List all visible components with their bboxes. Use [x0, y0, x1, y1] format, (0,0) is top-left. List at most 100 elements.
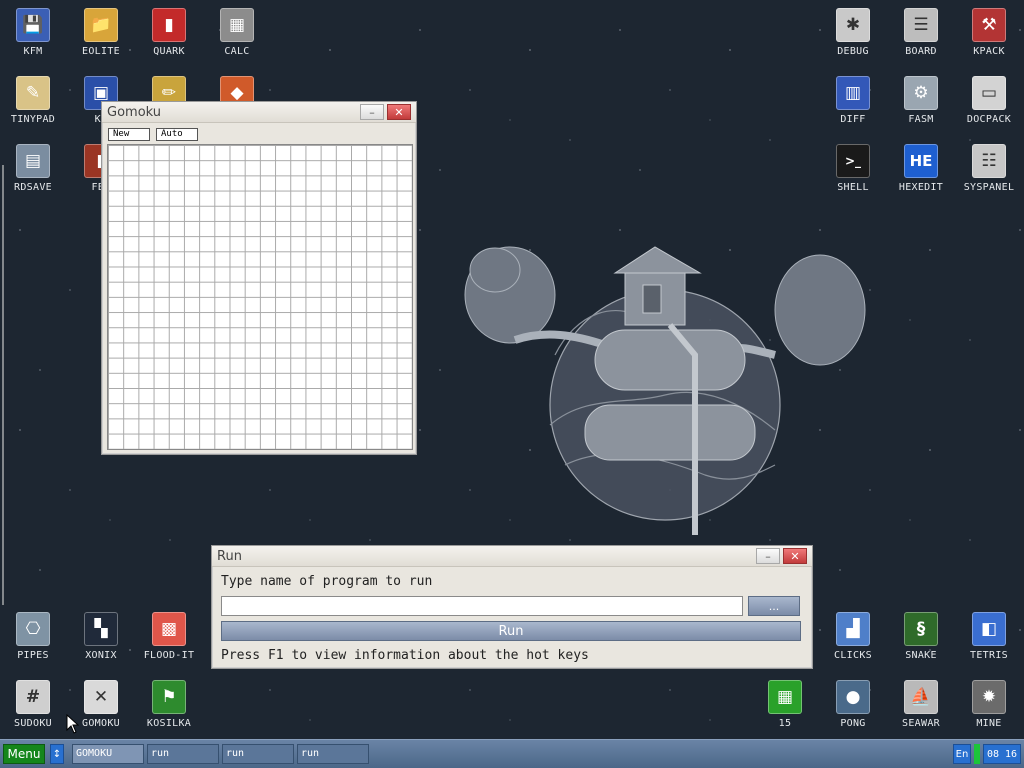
desktop-icon-label: SYSPANEL	[963, 182, 1015, 193]
kpack-icon: ⚒	[972, 8, 1006, 42]
run-hotkey-hint: Press F1 to view information about the h…	[221, 648, 589, 663]
desktop-icon-quark[interactable]: ▮ QUARK	[136, 0, 202, 57]
kfm-icon: 💾	[16, 8, 50, 42]
run-button[interactable]: Run	[221, 621, 801, 641]
gomoku-auto-button[interactable]: Auto	[156, 128, 198, 141]
desktop-icon-eolite[interactable]: 📁 EOLITE	[68, 0, 134, 57]
taskbar-item-gomoku[interactable]: GOMOKU	[72, 744, 144, 764]
desktop-icon-label: MINE	[976, 718, 1002, 729]
desktop-icon-tetris[interactable]: ◧ TETRIS	[956, 604, 1022, 661]
calc-icon: ▦	[220, 8, 254, 42]
desktop-icon-flood-it[interactable]: ▩ FLOOD-IT	[136, 604, 202, 661]
mine-icon: ✹	[972, 680, 1006, 714]
wallpaper-planet-illustration	[464, 246, 866, 535]
xonix-icon: ▚	[84, 612, 118, 646]
pipes-icon: ⎔	[16, 612, 50, 646]
run-minimize-button[interactable]: –	[756, 548, 780, 564]
switch-windows-icon[interactable]: ↕	[50, 744, 64, 764]
desktop-icon-kosilka[interactable]: ⚑ KOSILKA	[136, 672, 202, 729]
desktop-icon-tinypad[interactable]: ✎ TINYPAD	[0, 68, 66, 125]
run-browse-button[interactable]: ...	[748, 596, 800, 616]
desktop-icon-label: SEAWAR	[902, 718, 940, 729]
gomoku-board-grid[interactable]	[107, 144, 413, 450]
desktop-icon-fasm[interactable]: ⚙ FASM	[888, 68, 954, 125]
desktop-icon-label: CLICKS	[834, 650, 872, 661]
tinypad-icon: ✎	[16, 76, 50, 110]
fifteen-icon: ▦	[768, 680, 802, 714]
desktop-icon-kpack[interactable]: ⚒ KPACK	[956, 0, 1022, 57]
desktop-icon-board[interactable]: ☰ BOARD	[888, 0, 954, 57]
gomoku-close-button[interactable]: ✕	[387, 104, 411, 120]
desktop-icon-syspanel[interactable]: ☷ SYSPANEL	[956, 136, 1022, 193]
desktop-icon-label: DOCPACK	[966, 114, 1012, 125]
keyboard-language-indicator[interactable]: En	[953, 744, 971, 764]
desktop-icon-pong[interactable]: ● PONG	[820, 672, 886, 729]
desktop-icon-label: QUARK	[153, 46, 185, 57]
desktop-icon-mine[interactable]: ✹ MINE	[956, 672, 1022, 729]
taskbar-item-run[interactable]: run	[297, 744, 369, 764]
desktop-icon-label: SNAKE	[905, 650, 937, 661]
desktop-icon-label: TINYPAD	[10, 114, 56, 125]
eolite-icon: 📁	[84, 8, 118, 42]
desktop-icon-label: XONIX	[85, 650, 117, 661]
gomoku-new-button[interactable]: New	[108, 128, 150, 141]
desktop-icon-pipes[interactable]: ⎔ PIPES	[0, 604, 66, 661]
desktop-icon-diff[interactable]: ▥ DIFF	[820, 68, 886, 125]
kosilka-icon: ⚑	[152, 680, 186, 714]
hexedit-icon: HE	[904, 144, 938, 178]
desktop-icon-snake[interactable]: § SNAKE	[888, 604, 954, 661]
desktop-icon-label: CALC	[224, 46, 250, 57]
taskbar-item-run[interactable]: run	[222, 744, 294, 764]
debug-icon: ✱	[836, 8, 870, 42]
fasm-icon: ⚙	[904, 76, 938, 110]
desktop-icon-label: FASM	[908, 114, 934, 125]
run-program-input[interactable]	[221, 596, 743, 616]
run-title-bar[interactable]: Run	[212, 546, 812, 567]
gomoku-title: Gomoku	[107, 104, 162, 120]
desktop-icon-label: EOLITE	[82, 46, 120, 57]
gomoku-window: Gomoku – ✕ New Auto	[101, 101, 417, 455]
desktop-icon-kfm[interactable]: 💾 KFM	[0, 0, 66, 57]
menu-button[interactable]: Menu	[3, 744, 45, 764]
desktop-icon-label: RDSAVE	[14, 182, 52, 193]
desktop-icon-label: KOSILKA	[146, 718, 192, 729]
desktop-icon-calc[interactable]: ▦ CALC	[204, 0, 270, 57]
board-icon: ☰	[904, 8, 938, 42]
desktop-icon-label: SUDOKU	[14, 718, 52, 729]
desktop-icon-sudoku[interactable]: # SUDOKU	[0, 672, 66, 729]
desktop-icon-label: HEXEDIT	[898, 182, 944, 193]
run-title: Run	[217, 548, 242, 564]
desktop-icon-seawar[interactable]: ⛵ SEAWAR	[888, 672, 954, 729]
desktop-icon-label: KPACK	[973, 46, 1005, 57]
screen-edge-line	[2, 165, 4, 605]
desktop-icon-debug[interactable]: ✱ DEBUG	[820, 0, 886, 57]
taskbar-item-run[interactable]: run	[147, 744, 219, 764]
desktop-icon-xonix[interactable]: ▚ XONIX	[68, 604, 134, 661]
run-window: Run – ✕ Type name of program to run ... …	[211, 545, 813, 669]
desktop-icon-label: 15	[778, 718, 792, 729]
desktop-icon-label: BOARD	[905, 46, 937, 57]
desktop-icon-15[interactable]: ▦ 15	[752, 672, 818, 729]
quark-icon: ▮	[152, 8, 186, 42]
desktop-icon-clicks[interactable]: ▟ CLICKS	[820, 604, 886, 661]
desktop-icon-rdsave[interactable]: ▤ RDSAVE	[0, 136, 66, 193]
desktop-icon-hexedit[interactable]: HE HEXEDIT	[888, 136, 954, 193]
gomoku-minimize-button[interactable]: –	[360, 104, 384, 120]
desktop-icon-shell[interactable]: >_ SHELL	[820, 136, 886, 193]
taskbar: Menu ↕ GOMOKU run run run En 08 16	[0, 739, 1024, 768]
shell-icon: >_	[836, 144, 870, 178]
diff-icon: ▥	[836, 76, 870, 110]
clock[interactable]: 08 16	[983, 744, 1021, 764]
tetris-icon: ◧	[972, 612, 1006, 646]
desktop-icon-docpack[interactable]: ▭ DOCPACK	[956, 68, 1022, 125]
desktop-icon-label: TETRIS	[970, 650, 1008, 661]
desktop-icon-label: PIPES	[17, 650, 49, 661]
run-close-button[interactable]: ✕	[783, 548, 807, 564]
gomoku-icon: ✕	[84, 680, 118, 714]
snake-icon: §	[904, 612, 938, 646]
desktop-icon-label: FLOOD-IT	[143, 650, 195, 661]
status-indicator	[974, 744, 980, 764]
run-prompt-label: Type name of program to run	[221, 574, 433, 589]
docpack-icon: ▭	[972, 76, 1006, 110]
desktop-icon-label: DIFF	[840, 114, 866, 125]
